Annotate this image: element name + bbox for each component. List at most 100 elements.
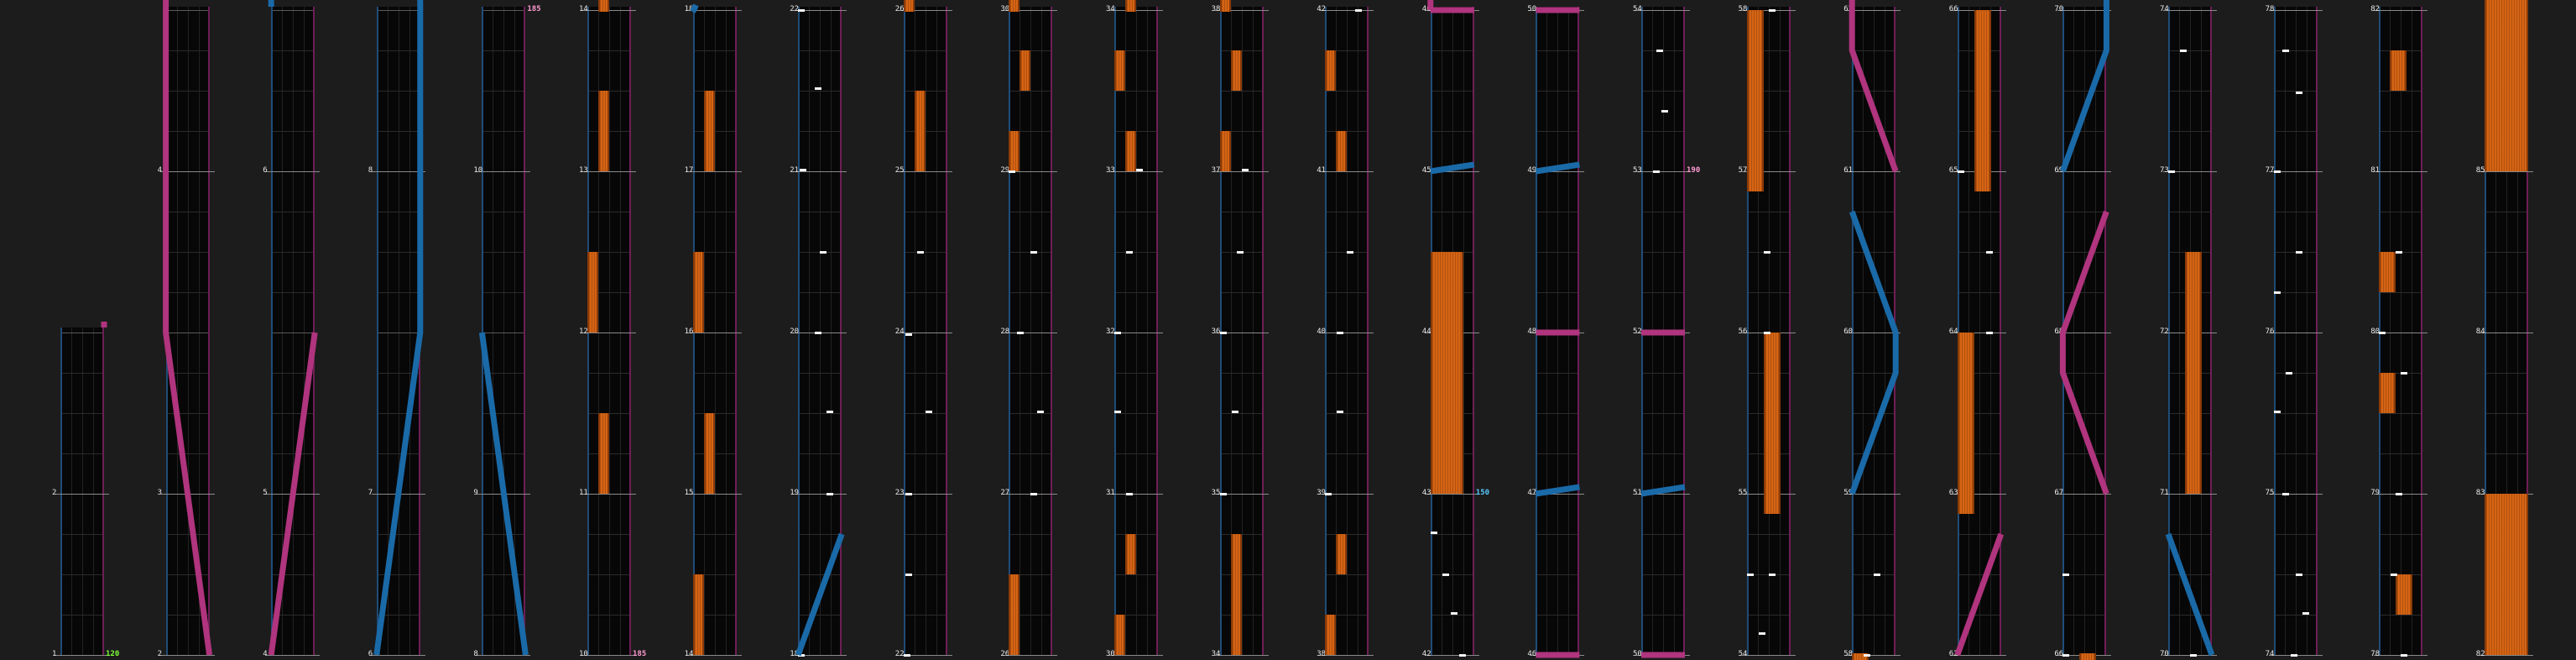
lane-column[interactable] xyxy=(903,7,947,655)
hold-note[interactable] xyxy=(1325,50,1337,91)
tap-note[interactable] xyxy=(2396,493,2403,495)
hold-note[interactable] xyxy=(703,413,715,494)
tap-note[interactable] xyxy=(2302,612,2309,615)
tap-note[interactable] xyxy=(1864,654,1871,657)
tap-note[interactable] xyxy=(1241,169,1249,171)
tap-note[interactable] xyxy=(1126,493,1133,495)
tap-note[interactable] xyxy=(1442,574,1449,576)
lane-column[interactable] xyxy=(1536,7,1580,655)
hold-note[interactable] xyxy=(1230,534,1242,655)
tap-note[interactable] xyxy=(2062,654,2070,657)
tap-note[interactable] xyxy=(2391,574,2398,576)
tap-note[interactable] xyxy=(1231,411,1238,413)
hold-note[interactable] xyxy=(598,91,609,171)
tap-note[interactable] xyxy=(1325,493,1332,495)
tap-note[interactable] xyxy=(925,411,932,413)
tap-note[interactable] xyxy=(798,654,806,657)
lane-column[interactable] xyxy=(1641,7,1685,655)
tap-note[interactable] xyxy=(1758,632,1765,635)
tap-note[interactable] xyxy=(815,87,822,90)
lane-column[interactable] xyxy=(1114,7,1158,655)
hold-note[interactable] xyxy=(2484,0,2528,171)
hold-note[interactable] xyxy=(598,413,609,494)
tap-note[interactable] xyxy=(905,574,912,576)
lane-column[interactable] xyxy=(2273,7,2318,655)
tap-note[interactable] xyxy=(2281,50,2289,52)
tap-note[interactable] xyxy=(903,654,910,657)
hold-note[interactable] xyxy=(2379,373,2396,413)
tap-note[interactable] xyxy=(1641,493,1648,495)
tap-note[interactable] xyxy=(1663,654,1670,657)
hold-note[interactable] xyxy=(1125,0,1136,12)
hold-note[interactable] xyxy=(2484,494,2528,655)
lane-column[interactable] xyxy=(1219,7,1264,655)
tap-note[interactable] xyxy=(1219,332,1227,334)
tap-note[interactable] xyxy=(2401,654,2408,657)
hold-note[interactable] xyxy=(587,252,598,333)
hold-note[interactable] xyxy=(1974,10,1991,191)
hold-note[interactable] xyxy=(1009,574,1020,655)
tap-note[interactable] xyxy=(2379,332,2386,334)
tap-note[interactable] xyxy=(1656,50,1663,52)
hold-note[interactable] xyxy=(1114,50,1125,91)
tap-note[interactable] xyxy=(2273,170,2281,173)
tap-note[interactable] xyxy=(1430,532,1437,534)
hold-note[interactable] xyxy=(2379,252,2396,292)
hold-note[interactable] xyxy=(1009,131,1020,171)
hold-note[interactable] xyxy=(1114,615,1125,655)
hold-note[interactable] xyxy=(1009,0,1020,12)
tap-note[interactable] xyxy=(1763,332,1770,334)
hold-note[interactable] xyxy=(598,0,609,12)
hold-note[interactable] xyxy=(914,91,926,171)
lane-column[interactable] xyxy=(2062,7,2107,655)
tap-note[interactable] xyxy=(1985,332,1993,334)
hold-note[interactable] xyxy=(1746,10,1764,191)
tap-note[interactable] xyxy=(2281,493,2289,495)
tap-note[interactable] xyxy=(905,333,912,336)
tap-note[interactable] xyxy=(2285,372,2292,375)
lane-column[interactable] xyxy=(482,7,526,655)
tap-note[interactable] xyxy=(1126,251,1133,254)
tap-note[interactable] xyxy=(2295,574,2302,576)
hold-note[interactable] xyxy=(703,91,715,171)
tap-note[interactable] xyxy=(2396,251,2403,254)
lane-column[interactable] xyxy=(60,327,104,655)
tap-note[interactable] xyxy=(2062,574,2070,576)
tap-note[interactable] xyxy=(2295,251,2302,254)
hold-note[interactable] xyxy=(692,574,704,655)
lane-column[interactable] xyxy=(1852,7,1896,655)
hold-note[interactable] xyxy=(1230,50,1242,91)
hold-note[interactable] xyxy=(1125,534,1136,574)
hold-note[interactable] xyxy=(2185,252,2202,494)
tap-note[interactable] xyxy=(916,251,924,254)
tap-note[interactable] xyxy=(1337,411,1344,413)
tap-note[interactable] xyxy=(1957,170,1964,173)
lane-column[interactable] xyxy=(1009,7,1053,655)
tap-note[interactable] xyxy=(827,493,834,495)
tap-note[interactable] xyxy=(2273,291,2281,294)
tap-note[interactable] xyxy=(2180,50,2187,52)
lane-column[interactable] xyxy=(1325,7,1369,655)
tap-note[interactable] xyxy=(1458,654,1466,657)
hold-note[interactable] xyxy=(692,252,704,333)
hold-note[interactable] xyxy=(1219,131,1231,171)
tap-note[interactable] xyxy=(1355,9,1363,12)
hold-note[interactable] xyxy=(2396,574,2413,615)
hold-note[interactable] xyxy=(1763,333,1781,514)
lane-column[interactable] xyxy=(376,7,420,655)
tap-note[interactable] xyxy=(2401,372,2408,375)
lane-column[interactable] xyxy=(271,7,315,655)
tap-note[interactable] xyxy=(1114,332,1121,334)
tap-note[interactable] xyxy=(798,9,806,12)
hold-note[interactable] xyxy=(1219,0,1231,12)
tap-note[interactable] xyxy=(1030,493,1038,495)
hold-note[interactable] xyxy=(1957,333,1974,514)
tap-note[interactable] xyxy=(2168,170,2175,173)
tap-note[interactable] xyxy=(1985,251,1993,254)
tap-note[interactable] xyxy=(1030,251,1038,254)
tap-note[interactable] xyxy=(1337,332,1344,334)
tap-note[interactable] xyxy=(905,493,912,495)
hold-note[interactable] xyxy=(1430,252,1463,494)
tap-note[interactable] xyxy=(1136,169,1143,171)
tap-note[interactable] xyxy=(1653,170,1660,173)
